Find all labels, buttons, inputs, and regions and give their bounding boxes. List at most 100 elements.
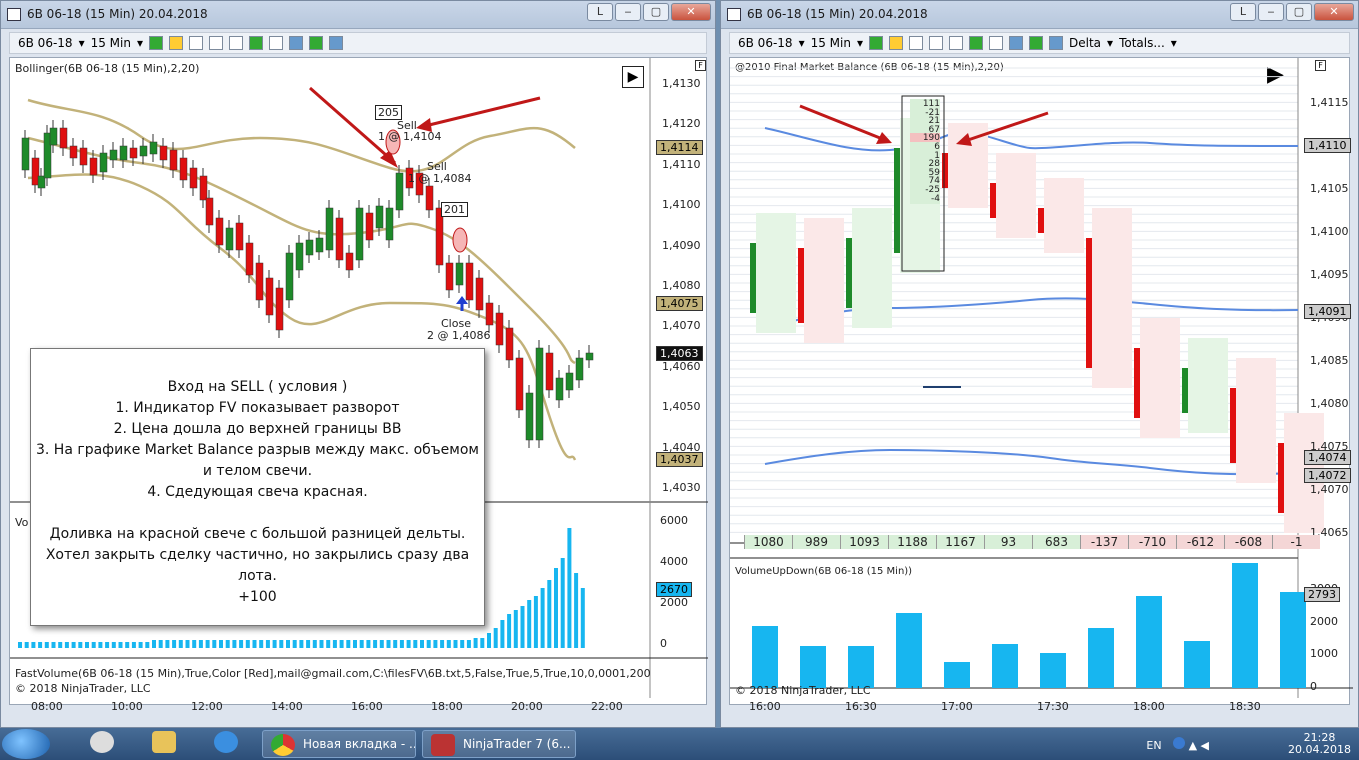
interval-selector[interactable]: 15 Min (91, 36, 131, 50)
volume-bar (420, 640, 424, 648)
chevron-down-icon[interactable]: ▾ (1107, 36, 1113, 50)
data-box-icon[interactable] (1049, 36, 1064, 50)
interval-selector[interactable]: 15 Min (811, 36, 851, 50)
right-chart-window[interactable]: 6B 06-18 (15 Min) 20.04.2018 L ‒ ▢ ✕ 6B … (720, 0, 1359, 728)
indicators-icon[interactable] (1009, 36, 1024, 50)
right-title-bar[interactable]: 6B 06-18 (15 Min) 20.04.2018 L ‒ ▢ ✕ (721, 1, 1358, 29)
chevron-down-icon[interactable]: ▾ (137, 36, 143, 50)
strategies-icon[interactable] (309, 36, 324, 50)
volume-bar (319, 640, 324, 648)
pointer-icon[interactable] (929, 36, 944, 50)
maximize-button[interactable]: ▢ (643, 3, 669, 21)
chart-style-icon[interactable] (969, 36, 984, 50)
pencil-icon[interactable] (889, 36, 904, 50)
volume-bar (51, 642, 56, 648)
zoom-icon[interactable] (949, 36, 964, 50)
candle (255, 262, 264, 301)
data-box-icon[interactable] (329, 36, 344, 50)
volume-bar (286, 640, 290, 648)
candle (99, 152, 108, 173)
volume-tag: 2670 (656, 582, 692, 597)
notes-result: +100 (238, 589, 277, 605)
chevron-down-icon[interactable]: ▾ (1171, 36, 1177, 50)
volume-bar (245, 640, 250, 648)
candle (355, 207, 364, 261)
chevron-down-icon[interactable]: ▾ (799, 36, 805, 50)
properties-icon[interactable] (989, 36, 1004, 50)
volume-bar (406, 640, 411, 648)
minimize-button[interactable]: ‒ (615, 3, 641, 21)
volume-bar (64, 642, 69, 648)
network-icon[interactable]: ▲ (1189, 739, 1197, 752)
chart-style-icon[interactable] (249, 36, 264, 50)
notes-line-7: Хотел закрыть сделку частично, но закрыл… (45, 547, 470, 584)
start-button[interactable] (2, 729, 50, 759)
candle (315, 237, 324, 253)
volume-icon[interactable]: ◀ (1201, 739, 1209, 752)
volume-bar (125, 642, 130, 648)
ie-icon[interactable] (214, 731, 238, 753)
volume-bar (272, 640, 277, 648)
chevron-down-icon[interactable]: ▾ (857, 36, 863, 50)
volume-bar (533, 596, 538, 648)
notes-heading: Вход на SELL ( условия ) (167, 379, 348, 395)
time-label: 20:00 (511, 700, 543, 713)
volume-bar (1040, 653, 1066, 688)
crosshair-icon[interactable] (909, 36, 924, 50)
folder-icon[interactable] (152, 731, 176, 753)
pointer-icon[interactable] (209, 36, 224, 50)
pencil-icon[interactable] (169, 36, 184, 50)
volume-bar (992, 644, 1018, 688)
volume-bar (185, 640, 190, 648)
chevron-down-icon[interactable]: ▾ (79, 36, 85, 50)
right-price-chart[interactable]: @2010 Final Market Balance (6B 06-18 (15… (729, 57, 1353, 705)
help-icon[interactable] (1173, 737, 1186, 749)
volume-bar (386, 640, 391, 648)
clock-app-icon[interactable] (90, 731, 114, 753)
instrument-selector[interactable]: 6B 06-18 (18, 36, 73, 50)
candle (515, 357, 524, 411)
minimize-button[interactable]: ‒ (1258, 3, 1284, 21)
total-cell: -608 (1224, 535, 1272, 549)
link-button[interactable]: L (587, 3, 613, 21)
time-label: 16:00 (749, 700, 781, 713)
volume-bar (440, 640, 445, 648)
indicators-icon[interactable] (289, 36, 304, 50)
candle (535, 347, 544, 441)
totals-selector[interactable]: Totals... (1119, 36, 1165, 50)
volume-bar (366, 640, 371, 648)
volume-bar (800, 646, 826, 688)
crosshair-icon[interactable] (189, 36, 204, 50)
clock[interactable]: 21:28 20.04.2018 (1288, 732, 1351, 756)
volume-bar (219, 640, 223, 648)
taskbar-ninjatrader[interactable]: NinjaTrader 7 (6... (422, 730, 576, 758)
cluster-candle (942, 153, 948, 188)
properties-icon[interactable] (269, 36, 284, 50)
price-label: 1,4050 (662, 400, 701, 414)
strategies-icon[interactable] (1029, 36, 1044, 50)
volume-bar (326, 640, 331, 648)
volume-bar (560, 558, 565, 648)
time-label: 18:00 (1133, 700, 1165, 713)
right-toolbar: 6B 06-18 ▾ 15 Min ▾ Delta ▾ Totals... ▾ (729, 32, 1350, 54)
volume-bar (580, 588, 585, 648)
close-button[interactable]: ✕ (1314, 3, 1354, 21)
price-label: 1,4060 (662, 359, 701, 373)
language-indicator[interactable]: EN (1146, 739, 1161, 752)
link-button[interactable]: L (1230, 3, 1256, 21)
instrument-selector[interactable]: 6B 06-18 (738, 36, 793, 50)
total-cell: 93 (984, 535, 1032, 549)
volume-bar (399, 640, 404, 648)
price-label: 1,4105 (1310, 182, 1349, 195)
taskbar-chrome[interactable]: Новая вкладка - ... (262, 730, 416, 758)
left-title-bar[interactable]: 6B 06-18 (15 Min) 20.04.2018 L ‒ ▢ ✕ (1, 1, 715, 29)
chart-window-icon (727, 8, 741, 21)
bar-type-icon[interactable] (149, 36, 164, 50)
delta-selector[interactable]: Delta (1069, 36, 1101, 50)
volume-bar (158, 640, 163, 648)
zoom-icon[interactable] (229, 36, 244, 50)
close-button[interactable]: ✕ (671, 3, 711, 21)
volume-bar (848, 646, 874, 688)
maximize-button[interactable]: ▢ (1286, 3, 1312, 21)
bar-type-icon[interactable] (869, 36, 884, 50)
